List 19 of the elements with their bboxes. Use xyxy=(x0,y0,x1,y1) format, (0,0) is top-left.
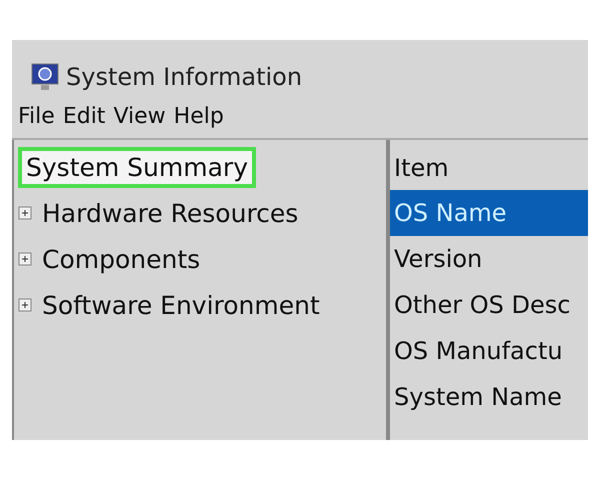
column-header[interactable]: Item xyxy=(390,146,588,190)
list-row[interactable]: OS Name xyxy=(390,190,588,236)
expand-icon[interactable] xyxy=(18,298,32,312)
list-row[interactable]: OS Manufactu xyxy=(390,328,588,374)
list-row[interactable]: Version xyxy=(390,236,588,282)
list-row[interactable]: Other OS Desc xyxy=(390,282,588,328)
tree-item[interactable]: Components xyxy=(34,238,208,280)
list-row[interactable]: System Name xyxy=(390,374,588,420)
tree-item[interactable]: System Summary xyxy=(18,146,256,188)
expand-icon[interactable] xyxy=(18,252,32,266)
menu-item[interactable]: View xyxy=(113,104,166,138)
menu-item[interactable]: File xyxy=(18,104,55,138)
expand-icon[interactable] xyxy=(18,206,32,220)
menu-item[interactable]: Edit xyxy=(62,104,106,138)
monitor-info-icon xyxy=(30,62,60,92)
tree-item[interactable]: Software Environment xyxy=(34,284,328,326)
tree-item[interactable]: Hardware Resources xyxy=(34,192,306,234)
menu-item[interactable]: Help xyxy=(174,104,224,138)
window-title: System Information xyxy=(66,63,302,91)
